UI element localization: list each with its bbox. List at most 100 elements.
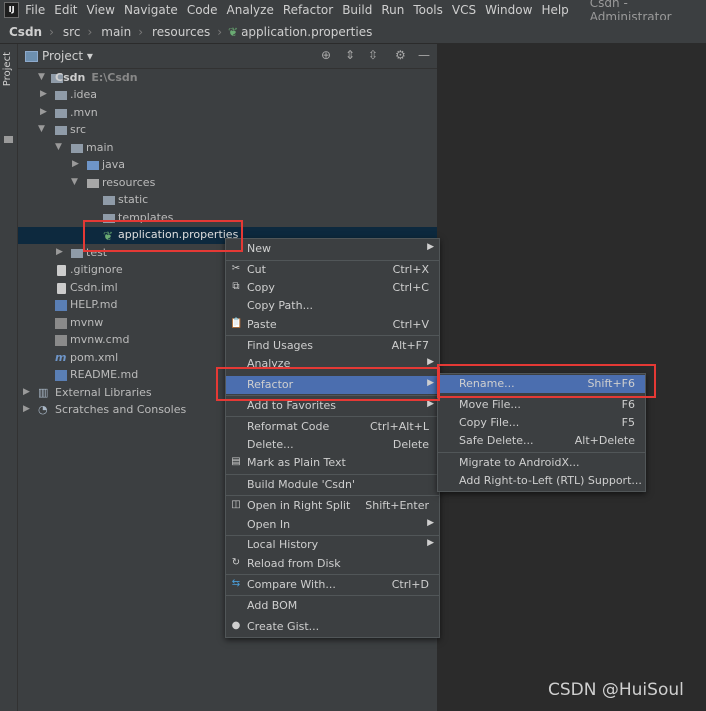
chevron-right-icon[interactable]: ▶ bbox=[72, 159, 82, 169]
chevron-down-icon[interactable]: ▼ bbox=[38, 72, 48, 82]
chevron-right-icon[interactable]: ▶ bbox=[40, 89, 50, 99]
chevron-right-icon[interactable]: ▶ bbox=[23, 387, 33, 397]
menu-file[interactable]: File bbox=[25, 3, 45, 17]
menu-item-label: Migrate to AndroidX... bbox=[459, 456, 580, 469]
menu-item-migrate-androidx[interactable]: Migrate to AndroidX... bbox=[438, 454, 645, 472]
menu-run[interactable]: Run bbox=[381, 3, 404, 17]
locate-icon[interactable]: ⊕ bbox=[321, 48, 331, 62]
menu-build[interactable]: Build bbox=[342, 3, 372, 17]
menu-analyze[interactable]: Analyze bbox=[227, 3, 274, 17]
menu-item-label: Build Module 'Csdn' bbox=[247, 478, 356, 491]
left-toolwindow-bar: Project bbox=[0, 44, 18, 711]
menu-item-local-history[interactable]: Local History ▶ bbox=[226, 536, 439, 554]
menu-window[interactable]: Window bbox=[485, 3, 532, 17]
breadcrumb-item-csdn[interactable]: Csdn bbox=[0, 25, 42, 39]
folder-icon bbox=[4, 136, 13, 143]
menu-vcs[interactable]: VCS bbox=[452, 3, 476, 17]
tree-item-label: Scratches and Consoles bbox=[55, 403, 187, 416]
breadcrumb-item-resources[interactable]: resources bbox=[143, 25, 210, 39]
menu-item-label: Paste bbox=[247, 318, 277, 331]
github-icon: ● bbox=[231, 620, 241, 631]
scratches-icon: ◔ bbox=[38, 403, 48, 416]
menu-item-analyze[interactable]: Analyze ▶ bbox=[226, 355, 439, 373]
menu-item-label: Reformat Code bbox=[247, 420, 330, 433]
menu-item-add-to-favorites[interactable]: Add to Favorites ▶ bbox=[226, 397, 439, 415]
menu-item-build-module[interactable]: Build Module 'Csdn' bbox=[226, 476, 439, 494]
menu-item-shortcut: Ctrl+X bbox=[392, 263, 429, 276]
menu-refactor[interactable]: Refactor bbox=[283, 3, 333, 17]
menu-edit[interactable]: Edit bbox=[54, 3, 77, 17]
chevron-right-icon: ▶ bbox=[427, 357, 434, 367]
breadcrumb-item-file[interactable]: application.properties bbox=[238, 25, 372, 39]
tree-item-static[interactable]: static bbox=[18, 192, 437, 209]
tree-item-label: application.properties bbox=[118, 228, 239, 241]
folder-icon bbox=[55, 126, 67, 135]
menu-item-copy[interactable]: ⧉ Copy Ctrl+C bbox=[226, 279, 439, 297]
breadcrumb-item-main[interactable]: main bbox=[92, 25, 131, 39]
tree-item-idea[interactable]: ▶ .idea bbox=[18, 87, 437, 104]
menu-item-cut[interactable]: ✂ Cut Ctrl+X bbox=[226, 261, 439, 279]
context-menu: New ▶ ✂ Cut Ctrl+X ⧉ Copy Ctrl+C Copy Pa… bbox=[225, 238, 440, 638]
plain-text-icon: ▤ bbox=[231, 456, 241, 467]
project-toolwindow-button[interactable]: Project bbox=[2, 52, 13, 86]
tree-item-label: .idea bbox=[70, 88, 98, 101]
collapse-all-icon[interactable]: ⇳ bbox=[368, 48, 378, 62]
folder-icon bbox=[71, 249, 83, 258]
tree-item-label: .mvn bbox=[70, 106, 98, 119]
menu-item-refactor[interactable]: Refactor ▶ bbox=[226, 376, 439, 394]
menu-item-move-file[interactable]: Move File... F6 bbox=[438, 396, 645, 414]
menu-item-copy-path[interactable]: Copy Path... bbox=[226, 297, 439, 315]
menu-item-add-rtl-support[interactable]: Add Right-to-Left (RTL) Support... bbox=[438, 472, 645, 490]
chevron-right-icon[interactable]: ▶ bbox=[23, 404, 33, 414]
refactor-submenu: Rename... Shift+F6 Move File... F6 Copy … bbox=[437, 373, 646, 492]
menu-item-create-gist[interactable]: ● Create Gist... bbox=[226, 618, 439, 636]
menu-item-label: Open In bbox=[247, 518, 291, 531]
menu-item-reload-from-disk[interactable]: ↻ Reload from Disk bbox=[226, 555, 439, 573]
tree-item-resources[interactable]: ▼ resources bbox=[18, 175, 437, 192]
tree-item-templates[interactable]: templates bbox=[18, 210, 437, 227]
menu-navigate[interactable]: Navigate bbox=[124, 3, 178, 17]
project-icon bbox=[25, 51, 38, 62]
menu-item-rename[interactable]: Rename... Shift+F6 bbox=[438, 375, 645, 393]
maven-icon: m bbox=[55, 351, 67, 364]
tree-item-java[interactable]: ▶ java bbox=[18, 157, 437, 174]
menu-view[interactable]: View bbox=[87, 3, 115, 17]
menu-item-label: Refactor bbox=[247, 378, 294, 391]
menu-item-shortcut: Alt+Delete bbox=[574, 434, 635, 447]
breadcrumb-item-src[interactable]: src bbox=[54, 25, 81, 39]
menu-divider bbox=[226, 574, 439, 575]
menu-item-find-usages[interactable]: Find Usages Alt+F7 bbox=[226, 337, 439, 355]
chevron-right-icon[interactable]: ▶ bbox=[56, 247, 66, 257]
menu-item-label: Reload from Disk bbox=[247, 557, 341, 570]
tree-item-csdn[interactable]: ▼ Csdn E:\Csdn bbox=[18, 70, 437, 87]
menu-item-compare-with[interactable]: ⇆ Compare With... Ctrl+D bbox=[226, 576, 439, 594]
menu-tools[interactable]: Tools bbox=[413, 3, 443, 17]
expand-all-icon[interactable]: ⇕ bbox=[345, 48, 355, 62]
menu-item-open-right-split[interactable]: ◫ Open in Right Split Shift+Enter bbox=[226, 497, 439, 515]
chevron-down-icon[interactable]: ▼ bbox=[55, 142, 65, 152]
project-view-selector[interactable]: Project ▾ bbox=[42, 49, 93, 63]
menu-code[interactable]: Code bbox=[187, 3, 218, 17]
menu-item-label: Add to Favorites bbox=[247, 399, 337, 412]
menu-item-add-bom[interactable]: Add BOM bbox=[226, 597, 439, 615]
menu-item-paste[interactable]: 📋 Paste Ctrl+V bbox=[226, 316, 439, 334]
file-icon bbox=[55, 335, 67, 346]
tree-item-main[interactable]: ▼ main bbox=[18, 140, 437, 157]
chevron-down-icon[interactable]: ▼ bbox=[38, 124, 48, 134]
menu-item-reformat-code[interactable]: Reformat Code Ctrl+Alt+L bbox=[226, 418, 439, 436]
menu-help[interactable]: Help bbox=[541, 3, 568, 17]
menu-item-label: Move File... bbox=[459, 398, 521, 411]
hide-icon[interactable]: — bbox=[418, 48, 430, 62]
menu-item-new[interactable]: New ▶ bbox=[226, 240, 439, 258]
gear-icon[interactable]: ⚙ bbox=[395, 48, 406, 62]
menu-item-mark-plain-text[interactable]: ▤ Mark as Plain Text bbox=[226, 454, 439, 472]
menu-item-delete[interactable]: Delete... Delete bbox=[226, 436, 439, 454]
tree-item-mvn[interactable]: ▶ .mvn bbox=[18, 105, 437, 122]
chevron-right-icon[interactable]: ▶ bbox=[40, 107, 50, 117]
menu-divider bbox=[226, 474, 439, 475]
menu-item-safe-delete[interactable]: Safe Delete... Alt+Delete bbox=[438, 432, 645, 450]
chevron-down-icon[interactable]: ▼ bbox=[71, 177, 81, 187]
tree-item-src[interactable]: ▼ src bbox=[18, 122, 437, 139]
menu-item-copy-file[interactable]: Copy File... F5 bbox=[438, 414, 645, 432]
menu-item-open-in[interactable]: Open In ▶ bbox=[226, 516, 439, 534]
